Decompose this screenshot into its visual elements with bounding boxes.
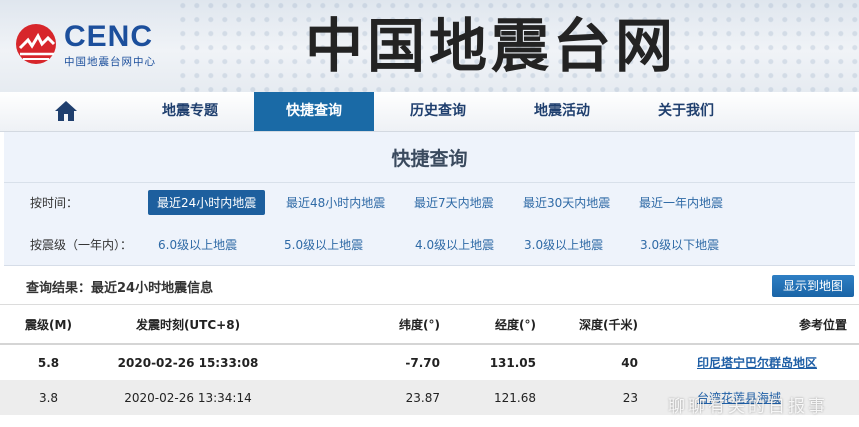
results-title: 查询结果：最近24小时地震信息 (26, 281, 214, 296)
nav-item-earthquake-activity[interactable]: 地震活动 (502, 92, 622, 131)
cell-time: 2020-02-26 15:33:08 (97, 344, 279, 380)
cenc-logo-icon (16, 24, 56, 64)
results-bar: 查询结果：最近24小时地震信息 显示到地图 (0, 266, 859, 305)
watermark-text: 聊聊有关的日报事 (668, 397, 828, 417)
magnitude-option-3-above[interactable]: 3.0级以上地震 (524, 236, 603, 253)
col-latitude[interactable]: 纬度(°) (279, 305, 440, 345)
panel-title: 快捷查询 (391, 148, 468, 170)
home-icon (55, 101, 77, 121)
quick-query-panel: 快捷查询 按时间： 最近24小时内地震 最近48小时内地震 最近7天内地震 最近… (4, 132, 855, 266)
nav-item-quick-query[interactable]: 快捷查询 (254, 92, 374, 131)
logo-text: CENC (64, 20, 154, 53)
table-row: 5.8 2020-02-26 15:33:08 -7.70 131.05 40 … (0, 344, 859, 380)
time-option-1y[interactable]: 最近一年内地震 (639, 194, 723, 211)
nav-item-history-query[interactable]: 历史查询 (378, 92, 498, 131)
col-magnitude[interactable]: 震级(M) (0, 305, 97, 345)
cell-magnitude: 5.8 (0, 344, 97, 380)
main-nav: 地震专题 快捷查询 历史查询 地震活动 关于我们 (0, 92, 859, 132)
nav-item-about-us[interactable]: 关于我们 (626, 92, 746, 131)
nav-item-earthquake-topics[interactable]: 地震专题 (130, 92, 250, 131)
location-link[interactable]: 印尼塔宁巴尔群岛地区 (697, 356, 817, 370)
cell-depth: 23 (537, 380, 639, 415)
time-option-7d[interactable]: 最近7天内地震 (414, 194, 494, 211)
site-title: 中国地震台网 (305, 12, 678, 80)
cell-longitude: 121.68 (440, 380, 537, 415)
cell-latitude: -7.70 (279, 344, 440, 380)
cell-longitude: 131.05 (440, 344, 537, 380)
show-on-map-button[interactable]: 显示到地图 (772, 275, 854, 297)
magnitude-option-6[interactable]: 6.0级以上地震 (158, 236, 237, 253)
time-option-48h[interactable]: 最近48小时内地震 (286, 194, 385, 211)
nav-home[interactable] (0, 92, 130, 131)
cenc-logo[interactable]: CENC 中国地震台网中心 (14, 20, 189, 70)
cell-magnitude: 3.8 (0, 380, 97, 415)
magnitude-option-3-below[interactable]: 3.0级以下地震 (640, 236, 719, 253)
cell-depth: 40 (537, 344, 639, 380)
col-location[interactable]: 参考位置 (639, 305, 859, 345)
header-banner: CENC 中国地震台网中心 中国地震台网 (0, 0, 859, 92)
logo-subtitle: 中国地震台网中心 (64, 56, 156, 68)
table-header-row: 震级(M) 发震时刻(UTC+8) 纬度(°) 经度(°) 深度(千米) 参考位… (0, 305, 859, 345)
magnitude-option-4[interactable]: 4.0级以上地震 (415, 236, 494, 253)
col-time[interactable]: 发震时刻(UTC+8) (97, 305, 279, 345)
magnitude-option-5[interactable]: 5.0级以上地震 (284, 236, 363, 253)
time-option-30d[interactable]: 最近30天内地震 (523, 194, 610, 211)
col-depth[interactable]: 深度(千米) (537, 305, 639, 345)
time-filter-label: 按时间： (30, 196, 79, 210)
col-longitude[interactable]: 经度(°) (440, 305, 537, 345)
magnitude-filter-label: 按震级（一年内）： (30, 238, 133, 252)
panel-divider (4, 182, 855, 183)
time-option-24h[interactable]: 最近24小时内地震 (148, 190, 266, 215)
cell-latitude: 23.87 (279, 380, 440, 415)
cell-time: 2020-02-26 13:34:14 (97, 380, 279, 415)
